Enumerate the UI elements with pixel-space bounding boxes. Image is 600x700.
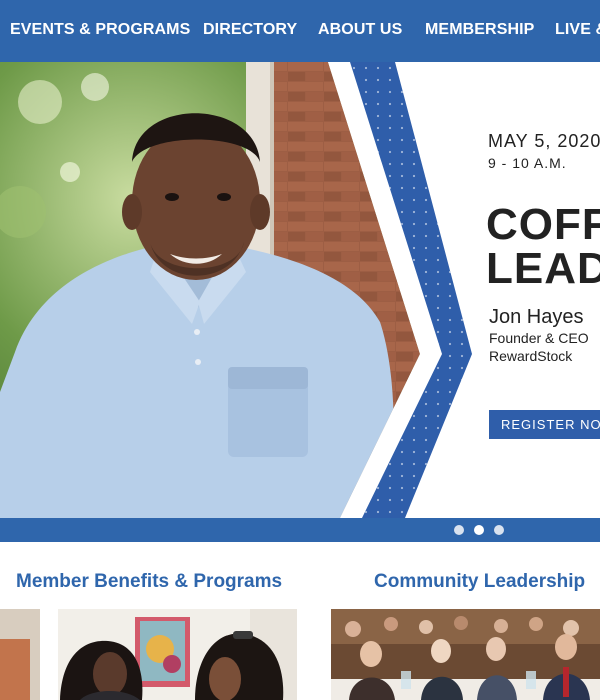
community-leadership-image[interactable] (331, 609, 600, 700)
community-leadership-heading[interactable]: Community Leadership (374, 571, 585, 593)
nav-item-about-us[interactable]: ABOUT US (318, 21, 402, 39)
carousel-dot-2[interactable] (474, 525, 484, 535)
register-now-button[interactable]: REGISTER NOW (489, 410, 600, 439)
nav-item-live[interactable]: LIVE & (555, 21, 600, 39)
event-date: MAY 5, 2020 (488, 131, 600, 151)
carousel-dot-3[interactable] (494, 525, 504, 535)
speaker-role: Founder & CEO (489, 330, 589, 346)
nav-item-directory[interactable]: DIRECTORY (203, 21, 297, 39)
speaker-company: RewardStock (489, 348, 573, 364)
nav-item-events-programs[interactable]: EVENTS & PROGRAMS (10, 21, 190, 39)
event-time: 9 - 10 A.M. (488, 155, 567, 171)
member-benefits-image[interactable] (0, 609, 297, 700)
main-nav: EVENTS & PROGRAMS DIRECTORY ABOUT US MEM… (0, 0, 600, 62)
nav-item-membership[interactable]: MEMBERSHIP (425, 21, 534, 39)
event-title-line-1: COFF (486, 200, 600, 249)
hero-slide[interactable]: MAY 5, 2020 9 - 10 A.M. COFF LEAD Jon Ha… (0, 62, 600, 518)
event-promo: MAY 5, 2020 9 - 10 A.M. COFF LEAD Jon Ha… (0, 62, 600, 518)
member-benefits-heading[interactable]: Member Benefits & Programs (16, 571, 282, 593)
carousel-dot-1[interactable] (454, 525, 464, 535)
carousel-indicator-bar (0, 518, 600, 542)
speaker-name: Jon Hayes (489, 306, 584, 328)
event-title-line-2: LEAD (486, 244, 600, 293)
